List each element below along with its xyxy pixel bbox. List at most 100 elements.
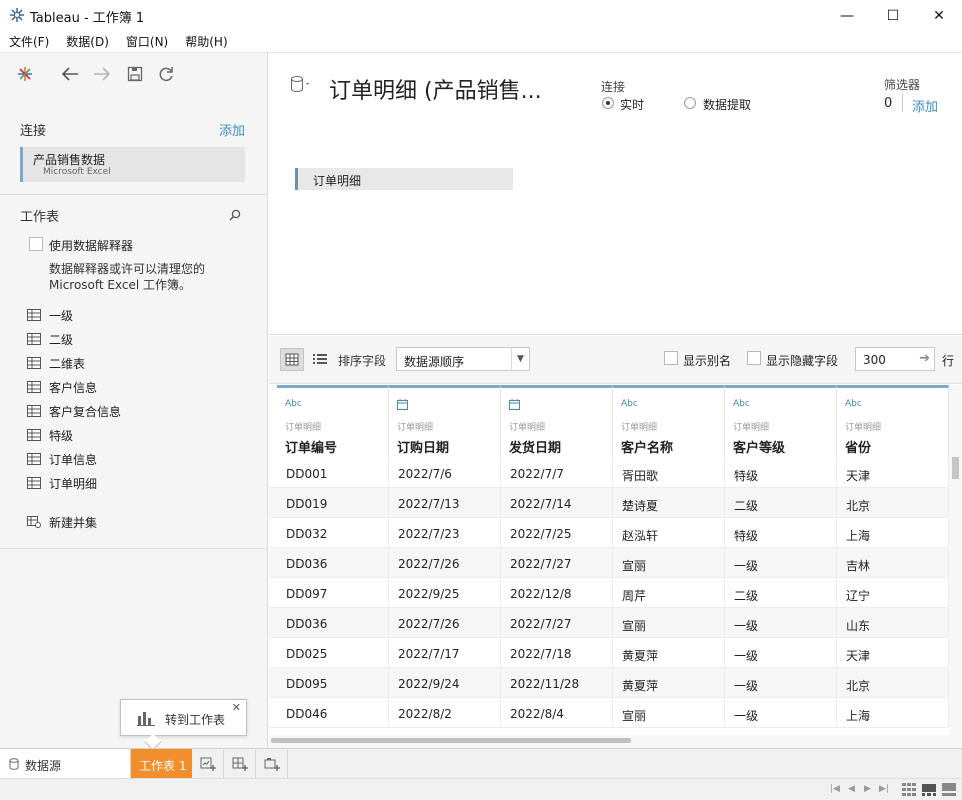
extract-radio[interactable]: [684, 97, 696, 109]
tab-datasource[interactable]: 数据源: [0, 749, 131, 778]
table-cell: 2022/7/27: [501, 608, 613, 638]
new-dashboard-button[interactable]: [224, 749, 256, 778]
column-name[interactable]: 客户名称: [621, 437, 673, 456]
maximize-button[interactable]: ☐: [870, 0, 916, 31]
column-header[interactable]: Abc 订单明细订单编号: [277, 385, 389, 458]
table-cell: 赵泓轩: [613, 518, 725, 548]
arrow-right-icon[interactable]: ➔: [919, 351, 930, 366]
column-header[interactable]: Abc 订单明细 省份: [837, 385, 949, 458]
connection-name: 产品销售数据: [33, 153, 106, 167]
horizontal-scrollbar[interactable]: [269, 735, 949, 748]
table-cell: 2022/8/2: [389, 698, 501, 728]
column-source: 订单明细: [285, 423, 322, 433]
sheet-item-customer-composite[interactable]: 客户复合信息: [27, 401, 121, 421]
sort-fields-select[interactable]: 数据源顺序 ▼: [396, 347, 530, 371]
column-name[interactable]: 订购日期: [397, 437, 449, 456]
table-cell: 吉林: [837, 548, 949, 578]
string-type-icon[interactable]: Abc: [845, 399, 862, 409]
sheet-item-level2[interactable]: 二级: [27, 329, 73, 349]
menu-data[interactable]: 数据(D): [57, 33, 117, 50]
table-cell: 北京: [837, 488, 949, 518]
table-pill[interactable]: 订单明细: [295, 168, 513, 190]
date-type-icon[interactable]: [397, 399, 408, 413]
column-header[interactable]: Abc 订单明细 客户等级: [725, 385, 837, 458]
menu-window[interactable]: 窗口(N): [117, 33, 176, 50]
datasource-cylinder-icon[interactable]: [290, 75, 312, 93]
search-icon[interactable]: [228, 208, 242, 222]
goto-sheet-label: 转到工作表: [165, 713, 226, 727]
prev-tab-icon[interactable]: ◀: [848, 784, 855, 794]
list-view-icon[interactable]: [311, 350, 329, 368]
scroll-thumb[interactable]: [271, 738, 631, 743]
string-type-icon[interactable]: Abc: [621, 399, 638, 409]
minimize-button[interactable]: —: [824, 0, 870, 31]
column-header[interactable]: Abc 订单明细 客户名称: [613, 385, 725, 458]
table-cell: 2022/7/25: [501, 518, 613, 548]
sheet-sorter-icon[interactable]: [902, 783, 916, 796]
rows-suffix-label: 行: [942, 354, 955, 368]
tab-sheet1[interactable]: 工作表 1: [131, 749, 192, 778]
new-story-button[interactable]: [256, 749, 288, 778]
next-tab-icon[interactable]: ▶: [864, 784, 871, 794]
column-name[interactable]: 发货日期: [509, 437, 561, 456]
new-union-item[interactable]: 新建并集: [27, 512, 97, 532]
scroll-thumb[interactable]: [952, 457, 959, 479]
sheet-item-order-detail[interactable]: 订单明细: [27, 473, 97, 493]
data-interpreter-checkbox[interactable]: [29, 237, 43, 251]
connection-type: Microsoft Excel: [43, 167, 111, 177]
rows-count-input[interactable]: 300 ➔: [855, 347, 935, 371]
column-name[interactable]: 订单编号: [285, 437, 337, 456]
sheet-item-label: 二级: [49, 332, 74, 347]
sheet-item-order-info[interactable]: 订单信息: [27, 449, 97, 469]
sheet-item-label: 一级: [49, 308, 74, 323]
table-cell: 2022/7/18: [501, 638, 613, 668]
goto-sheet-tooltip[interactable]: 转到工作表 ✕: [120, 699, 247, 751]
menu-help[interactable]: 帮助(H): [176, 33, 235, 50]
tableau-start-icon[interactable]: [14, 63, 36, 85]
close-button[interactable]: ✕: [916, 0, 962, 31]
column-header[interactable]: 订单明细 发货日期: [501, 385, 613, 458]
sheet-item-level1[interactable]: 一级: [27, 305, 73, 325]
table-cell: DD001: [277, 458, 389, 488]
add-filter-link[interactable]: 添加: [912, 96, 938, 115]
title-bar: Tableau - 工作簿 1 — ☐ ✕: [0, 0, 962, 31]
new-worksheet-button[interactable]: [192, 749, 224, 778]
tabs-view-icon[interactable]: [942, 783, 956, 796]
new-worksheet-icon: [200, 757, 216, 771]
table-cell: DD095: [277, 668, 389, 698]
save-icon[interactable]: [124, 63, 146, 85]
close-icon[interactable]: ✕: [232, 701, 241, 714]
back-arrow-icon[interactable]: [59, 63, 81, 85]
grid-view-toggle[interactable]: [280, 348, 304, 371]
string-type-icon[interactable]: Abc: [733, 399, 750, 409]
divider: [0, 548, 268, 549]
sheet-item-2d-table[interactable]: 二维表: [27, 353, 85, 373]
forward-arrow-icon[interactable]: [91, 63, 113, 85]
add-connection-link[interactable]: 添加: [219, 120, 245, 139]
show-hidden-checkbox[interactable]: [747, 351, 761, 365]
table-cell: DD032: [277, 518, 389, 548]
datasource-title[interactable]: 订单明细 (产品销售...: [329, 73, 542, 105]
data-interpreter-description: 数据解释器或许可以清理您的 Microsoft Excel 工作簿。: [49, 262, 206, 292]
filmstrip-icon[interactable]: [922, 783, 936, 796]
chevron-down-icon: ▼: [511, 348, 529, 370]
string-type-icon[interactable]: Abc: [285, 399, 302, 409]
menu-file[interactable]: 文件(F): [0, 33, 57, 50]
table-cell: 二级: [725, 578, 837, 608]
column-name[interactable]: 客户等级: [733, 437, 785, 456]
live-radio[interactable]: [602, 97, 614, 109]
date-type-icon[interactable]: [509, 399, 520, 413]
table-cell: 上海: [837, 698, 949, 728]
refresh-icon[interactable]: [155, 63, 177, 85]
last-tab-icon[interactable]: ▶|: [879, 784, 889, 794]
column-name[interactable]: 省份: [845, 437, 871, 456]
new-dashboard-icon: [232, 757, 248, 771]
show-alias-checkbox[interactable]: [664, 351, 678, 365]
column-header[interactable]: 订单明细 订购日期: [389, 385, 501, 458]
connection-item[interactable]: 产品销售数据 Microsoft Excel: [20, 147, 245, 182]
first-tab-icon[interactable]: |◀: [830, 784, 840, 794]
table-cell: 2022/7/26: [389, 608, 501, 638]
vertical-scrollbar[interactable]: [949, 385, 962, 748]
sheet-item-customer-info[interactable]: 客户信息: [27, 377, 97, 397]
sheet-item-special[interactable]: 特级: [27, 425, 73, 445]
